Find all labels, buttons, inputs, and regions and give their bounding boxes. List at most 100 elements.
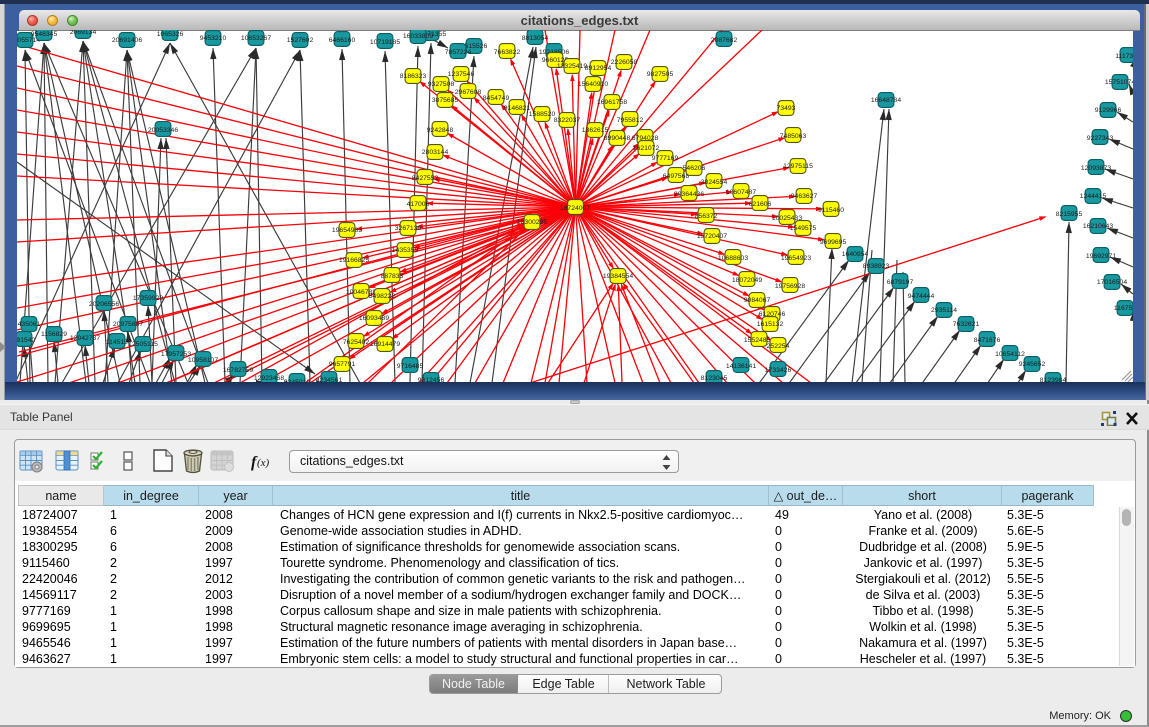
- svg-text:1237546: 1237546: [448, 71, 475, 78]
- svg-text:19756928: 19756928: [775, 283, 805, 290]
- svg-text:9827505: 9827505: [647, 71, 674, 78]
- svg-text:13325419: 13325419: [557, 63, 587, 70]
- svg-text:2226058: 2226058: [611, 59, 638, 66]
- svg-text:417006: 417006: [407, 201, 430, 208]
- svg-text:8990448: 8990448: [604, 135, 631, 142]
- svg-text:16033809: 16033809: [403, 33, 433, 40]
- svg-text:7663822: 7663822: [494, 49, 521, 56]
- svg-text:1362615: 1362615: [582, 127, 609, 134]
- svg-text:16961758: 16961758: [597, 99, 627, 106]
- svg-text:9716485: 9716485: [397, 363, 424, 370]
- svg-text:18300295: 18300295: [517, 219, 547, 226]
- svg-text:14136141: 14136141: [726, 363, 756, 370]
- svg-text:20975887: 20975887: [113, 321, 143, 328]
- svg-text:8813054: 8813054: [522, 35, 549, 42]
- svg-text:6466160: 6466160: [329, 37, 356, 44]
- svg-text:16648784: 16648784: [871, 97, 901, 104]
- svg-text:10958107: 10958107: [188, 357, 218, 364]
- svg-text:9115460: 9115460: [818, 207, 844, 214]
- svg-text:9245652: 9245652: [1019, 361, 1046, 368]
- svg-text:8427552: 8427552: [412, 175, 439, 182]
- svg-text:6497568: 6497568: [663, 173, 690, 180]
- svg-text:12505115: 12505115: [128, 341, 158, 348]
- svg-text:3875685: 3875685: [432, 97, 459, 104]
- svg-text:7485063: 7485063: [780, 133, 807, 140]
- svg-text:435061: 435061: [18, 321, 41, 328]
- svg-text:1117345: 1117345: [1115, 53, 1133, 60]
- svg-text:20691406: 20691406: [112, 37, 142, 44]
- svg-text:2803144: 2803144: [422, 149, 449, 156]
- svg-text:8912954: 8912954: [585, 65, 612, 72]
- svg-text:16093489: 16093489: [359, 315, 389, 322]
- svg-text:8123045: 8123045: [701, 375, 728, 382]
- svg-text:12093873: 12093873: [1081, 165, 1111, 172]
- svg-text:8938923: 8938923: [863, 263, 890, 270]
- svg-text:9474444: 9474444: [908, 293, 935, 300]
- svg-text:1733426: 1733426: [765, 367, 792, 374]
- svg-text:16914479: 16914479: [370, 341, 400, 348]
- svg-text:1156829: 1156829: [41, 331, 67, 338]
- svg-text:1527602: 1527602: [287, 37, 314, 44]
- svg-text:7857224: 7857224: [445, 49, 472, 56]
- svg-text:12975115: 12975115: [783, 163, 813, 170]
- svg-text:8471676: 8471676: [974, 337, 1001, 344]
- svg-text:252254: 252254: [767, 343, 790, 350]
- svg-text:12942737: 12942737: [70, 335, 100, 342]
- svg-text:9699695: 9699695: [820, 239, 847, 246]
- svg-text:1244415: 1244415: [1080, 193, 1107, 200]
- svg-text:2087682: 2087682: [711, 37, 738, 44]
- svg-text:2069134: 2069134: [70, 30, 97, 36]
- svg-text:15751074: 15751074: [1105, 79, 1133, 86]
- svg-text:7632621: 7632621: [953, 321, 980, 328]
- svg-text:9327508: 9327508: [428, 81, 455, 88]
- svg-text:9657791: 9657791: [329, 361, 356, 368]
- svg-text:15720407: 15720407: [697, 233, 727, 240]
- svg-text:20364436: 20364436: [674, 191, 704, 198]
- svg-text:9084067: 9084067: [744, 297, 771, 304]
- svg-text:17359928: 17359928: [133, 295, 163, 302]
- svg-text:5498222: 5498222: [369, 293, 396, 300]
- svg-text:18072049: 18072049: [732, 277, 762, 284]
- svg-text:3824554: 3824554: [701, 179, 728, 186]
- svg-text:16210643: 16210643: [1083, 223, 1113, 230]
- svg-text:2935114: 2935114: [931, 307, 957, 314]
- svg-text:19654923: 19654923: [781, 255, 811, 262]
- svg-text:1435359: 1435359: [392, 247, 419, 254]
- svg-text:15640910: 15640910: [578, 81, 608, 88]
- svg-text:10719185: 10719185: [370, 39, 400, 46]
- svg-text:(x): (x): [257, 457, 270, 469]
- svg-text:20206556: 20206556: [89, 301, 119, 308]
- svg-text:10688603: 10688603: [718, 255, 748, 262]
- svg-text:19384554: 19384554: [603, 273, 633, 280]
- svg-text:7955812: 7955812: [617, 117, 644, 124]
- svg-text:8186323: 8186323: [400, 73, 427, 80]
- svg-text:114519: 114519: [106, 339, 128, 346]
- svg-text:9242848: 9242848: [427, 127, 454, 134]
- svg-text:8454749: 8454749: [483, 95, 510, 102]
- svg-text:9227343: 9227343: [1087, 135, 1114, 142]
- svg-text:1549575: 1549575: [790, 225, 817, 232]
- svg-text:116753: 116753: [1114, 305, 1133, 312]
- svg-text:1588520: 1588520: [529, 111, 556, 118]
- svg-text:9129966: 9129966: [1095, 107, 1122, 114]
- svg-text:9463627: 9463627: [791, 193, 818, 200]
- svg-text:16782759: 16782759: [223, 367, 253, 374]
- svg-text:2967608: 2967608: [455, 89, 482, 96]
- svg-text:8322037: 8322037: [554, 117, 581, 124]
- svg-text:546206: 546206: [683, 165, 706, 172]
- svg-text:1615132: 1615132: [757, 321, 784, 328]
- svg-text:17957253: 17957253: [161, 351, 191, 358]
- svg-text:9546345: 9546345: [31, 31, 58, 38]
- svg-text:1621072: 1621072: [633, 145, 660, 152]
- svg-text:391540: 391540: [17, 337, 36, 344]
- svg-text:1640954: 1640954: [842, 251, 869, 258]
- svg-text:3267130: 3267130: [395, 225, 422, 232]
- svg-text:19692971: 19692971: [1086, 253, 1116, 260]
- svg-text:887833: 887833: [381, 273, 404, 280]
- svg-text:856372: 856372: [695, 213, 718, 220]
- svg-text:8215955: 8215955: [1056, 211, 1083, 218]
- svg-text:20053346: 20053346: [148, 127, 178, 134]
- svg-text:10653267: 10653267: [241, 35, 271, 42]
- svg-text:73493: 73493: [777, 105, 796, 112]
- svg-text:621606: 621606: [749, 201, 772, 208]
